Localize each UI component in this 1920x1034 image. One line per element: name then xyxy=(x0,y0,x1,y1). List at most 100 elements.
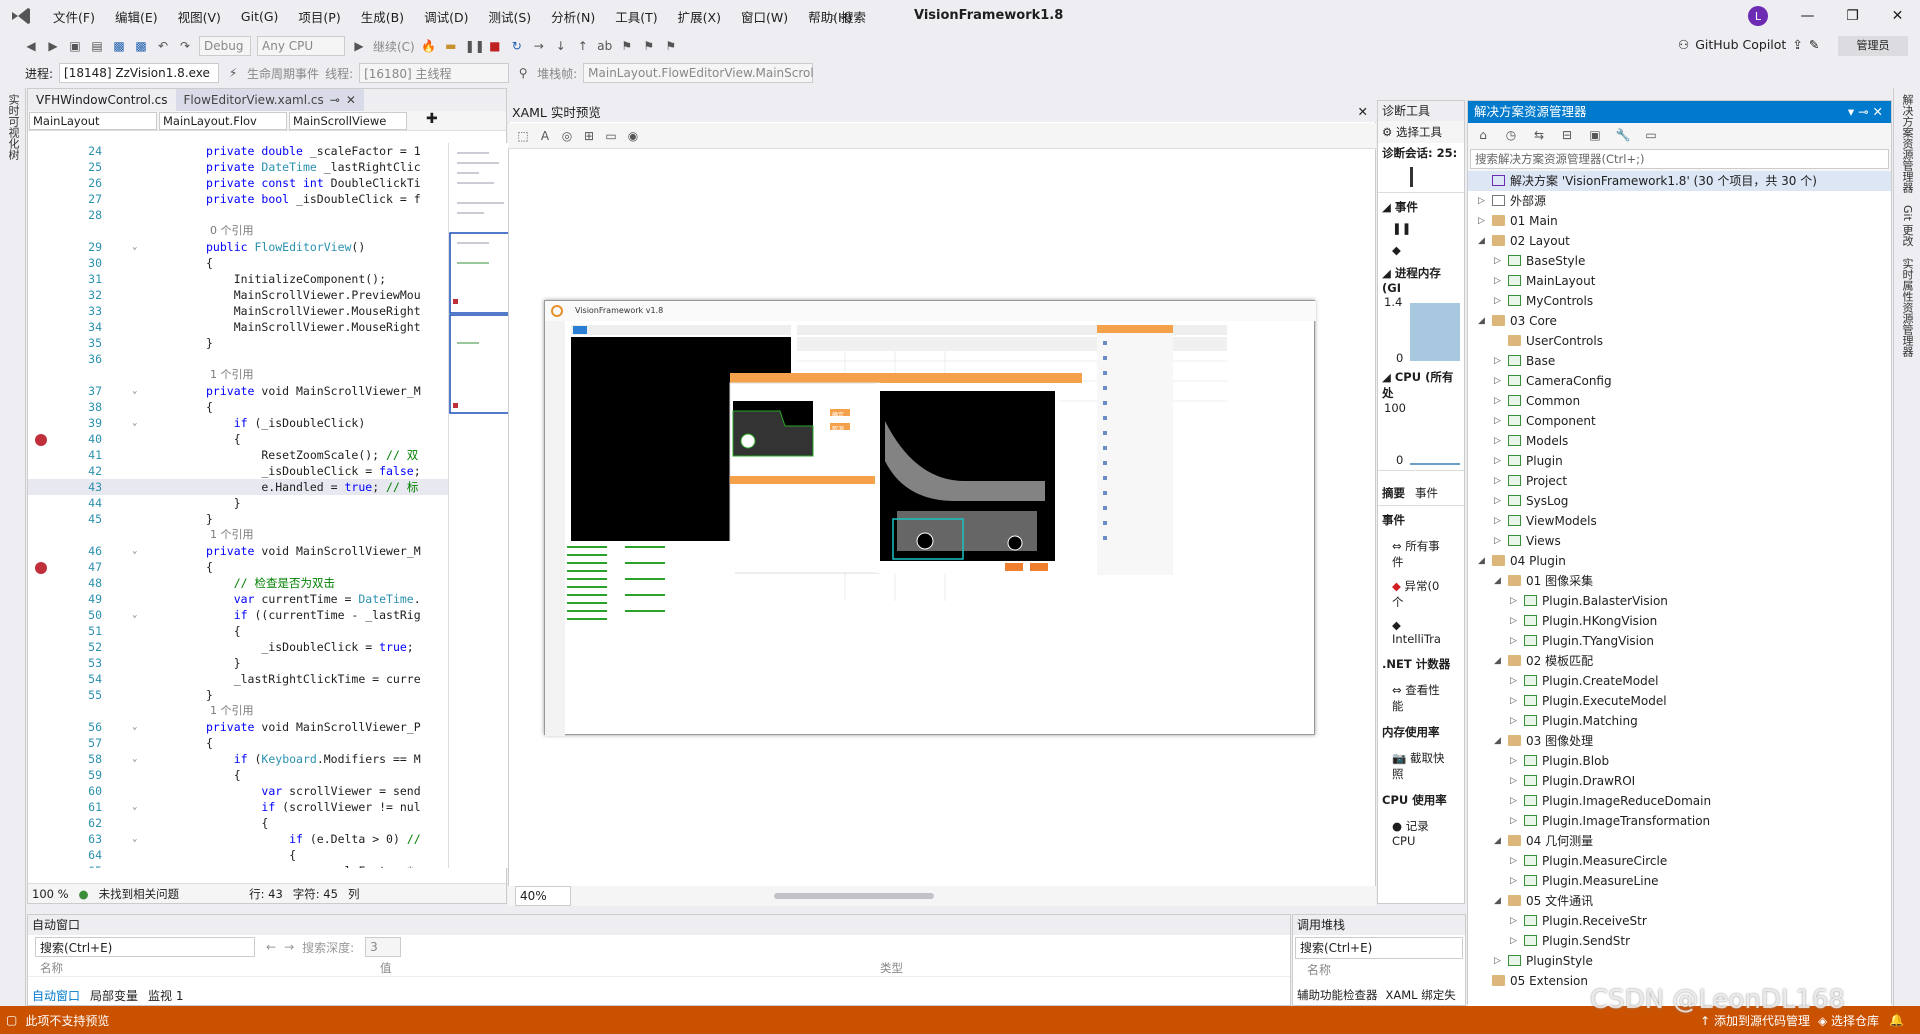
tab-watch[interactable]: 监视 1 xyxy=(148,987,183,1004)
code-line[interactable]: 35} xyxy=(28,335,448,351)
code-line[interactable]: 1 个引用 xyxy=(28,367,448,383)
select-tools-button[interactable]: ⚙ 选择工具 xyxy=(1378,121,1464,143)
live-visual-tree-tab[interactable]: 实时可视化树 xyxy=(0,88,26,166)
expand-arrow-icon[interactable]: ▷ xyxy=(1510,851,1517,871)
tree-item[interactable]: ▷ Plugin.ReceiveStr xyxy=(1468,911,1891,931)
lifecycle-icon[interactable]: ⚡ xyxy=(225,65,241,81)
code-line[interactable]: ⌄ 61 if (scrollViewer != nul xyxy=(28,799,448,815)
expand-arrow-icon[interactable]: ▷ xyxy=(1494,411,1501,431)
breakpoint-icon[interactable] xyxy=(35,562,47,574)
fold-icon[interactable]: ⌄ xyxy=(132,607,137,623)
autos-search-input[interactable]: 搜索(Ctrl+E) xyxy=(35,937,255,957)
redo-icon[interactable]: ↷ xyxy=(177,38,193,54)
menu-item[interactable]: 工具(T) xyxy=(605,7,667,26)
expand-arrow-icon[interactable]: ▷ xyxy=(1494,511,1501,531)
expand-arrow-icon[interactable]: ▷ xyxy=(1510,791,1517,811)
tab-accessibility[interactable]: 辅助功能检查器 xyxy=(1297,987,1378,1003)
all-events-link[interactable]: ⇔ 所有事件 xyxy=(1378,534,1464,574)
code-line[interactable]: 36 xyxy=(28,351,448,367)
tree-item[interactable]: ▷ Plugin.SendStr xyxy=(1468,931,1891,951)
code-line[interactable]: ⌄ 37 private void MainScrollViewer_M xyxy=(28,383,448,399)
history-icon[interactable]: ◷ xyxy=(1503,127,1519,143)
search-box[interactable]: ⌕ 搜索 xyxy=(830,7,866,26)
expand-arrow-icon[interactable]: ◢ xyxy=(1494,731,1501,751)
code-line[interactable]: 28 xyxy=(28,207,448,223)
menu-item[interactable]: 窗口(W) xyxy=(731,7,798,26)
code-line[interactable]: ⌄ 46 private void MainScrollViewer_M xyxy=(28,543,448,559)
tree-item[interactable]: ▷ MyControls xyxy=(1468,291,1891,311)
code-line[interactable]: 42 _isDoubleClick = false; xyxy=(28,463,448,479)
code-line[interactable]: 26 private const int DoubleClickTi xyxy=(28,175,448,191)
git-changes-tab[interactable]: Git 更改 xyxy=(1894,199,1920,252)
tree-item[interactable]: ◢ 04 几何测量 xyxy=(1468,831,1891,851)
tree-item[interactable]: ▷ Component xyxy=(1468,411,1891,431)
view-perf-link[interactable]: ⇔ 查看性能 xyxy=(1378,678,1464,718)
code-line[interactable]: 24 private double _scaleFactor = 1 xyxy=(28,143,448,159)
code-line[interactable]: 60 var scrollViewer = send xyxy=(28,783,448,799)
tab-vfhwindowcontrol[interactable]: VFHWindowControl.cs xyxy=(28,89,176,111)
fold-icon[interactable]: ⌄ xyxy=(132,751,137,767)
code-line[interactable]: 54 _lastRightClickTime = curre xyxy=(28,671,448,687)
tab-xaml-binding[interactable]: XAML 绑定失 xyxy=(1386,987,1456,1003)
code-line[interactable]: 64 { xyxy=(28,847,448,863)
tree-item[interactable]: ▷ 外部源 xyxy=(1468,191,1891,211)
live-properties-tab[interactable]: 实时属性资源管理器 xyxy=(1894,252,1920,363)
timeline-ruler[interactable] xyxy=(1378,163,1464,193)
tree-item[interactable]: ▷ Project xyxy=(1468,471,1891,491)
intellitrace-link[interactable]: ◆ IntelliTra xyxy=(1378,614,1464,650)
expand-arrow-icon[interactable]: ▷ xyxy=(1510,911,1517,931)
expand-arrow-icon[interactable]: ▷ xyxy=(1494,491,1501,511)
expand-arrow-icon[interactable]: ▷ xyxy=(1510,751,1517,771)
step-out-icon[interactable]: ↑ xyxy=(575,38,591,54)
preview-icon[interactable]: ◉ xyxy=(625,128,641,144)
step-over-icon[interactable]: → xyxy=(531,38,547,54)
expand-arrow-icon[interactable]: ▷ xyxy=(1510,931,1517,951)
tab-autos[interactable]: 自动窗口 xyxy=(32,987,80,1004)
fold-icon[interactable]: ⌄ xyxy=(132,799,137,815)
code-line[interactable]: 31 InitializeComponent(); xyxy=(28,271,448,287)
menu-item[interactable]: 视图(V) xyxy=(168,7,231,26)
xaml-zoom-select[interactable]: 40% xyxy=(515,886,571,906)
save-icon[interactable]: ▩ xyxy=(111,38,127,54)
notifications-icon[interactable]: 🔔 xyxy=(1889,1013,1904,1027)
tree-item[interactable]: ◢ 01 图像采集 xyxy=(1468,571,1891,591)
expand-arrow-icon[interactable]: ▷ xyxy=(1494,471,1501,491)
share-icon[interactable]: ⇪ xyxy=(1792,37,1802,52)
code-line[interactable]: 47 { xyxy=(28,559,448,575)
code-line[interactable]: ⌄ 63 if (e.Delta > 0) // xyxy=(28,831,448,847)
expand-arrow-icon[interactable]: ▷ xyxy=(1510,771,1517,791)
tree-item[interactable]: ▷ 01 Main xyxy=(1468,211,1891,231)
zoom-level[interactable]: 100 % xyxy=(32,887,69,901)
cpu-chart[interactable]: 100 0 xyxy=(1378,401,1464,471)
ruler-icon[interactable]: ▭ xyxy=(603,128,619,144)
expand-arrow-icon[interactable]: ◢ xyxy=(1494,831,1501,851)
tree-item[interactable]: ◢ 02 模板匹配 xyxy=(1468,651,1891,671)
back-icon[interactable]: ◀ xyxy=(23,38,39,54)
collapse-icon[interactable]: ⊟ xyxy=(1559,127,1575,143)
lifecycle-events[interactable]: 生命周期事件 xyxy=(247,65,319,82)
code-line[interactable]: 45} xyxy=(28,511,448,527)
preview-selected-icon[interactable]: ▭ xyxy=(1643,127,1659,143)
tree-item[interactable]: ▷ BaseStyle xyxy=(1468,251,1891,271)
tree-item[interactable]: ◢ 03 Core xyxy=(1468,311,1891,331)
bookmark-icon[interactable]: ⚑ xyxy=(619,38,635,54)
solution-explorer-tab[interactable]: 解决方案资源管理器 xyxy=(1894,88,1920,199)
code-line[interactable]: 25 private DateTime _lastRightClic xyxy=(28,159,448,175)
close-icon[interactable]: ✕ xyxy=(346,89,356,111)
forward-icon[interactable]: → xyxy=(284,940,294,954)
tab-summary[interactable]: 摘要 xyxy=(1382,485,1405,501)
menu-item[interactable]: 调试(D) xyxy=(414,7,478,26)
fold-icon[interactable]: ⌄ xyxy=(132,415,137,431)
close-button[interactable]: ✕ xyxy=(1875,0,1920,32)
expand-arrow-icon[interactable]: ▷ xyxy=(1510,611,1517,631)
code-line[interactable]: ⌄ 58 if (Keyboard.Modifiers == M xyxy=(28,751,448,767)
expand-arrow-icon[interactable]: ◢ xyxy=(1494,651,1501,671)
preview-ok-button[interactable]: 确定 xyxy=(832,410,844,419)
menu-item[interactable]: 文件(F) xyxy=(43,7,105,26)
issues-status[interactable]: 未找到相关问题 xyxy=(99,886,180,902)
expand-arrow-icon[interactable]: ▷ xyxy=(1494,371,1501,391)
code-line[interactable]: 34 MainScrollViewer.MouseRight xyxy=(28,319,448,335)
minimize-button[interactable]: — xyxy=(1785,0,1830,32)
forward-icon[interactable]: ▶ xyxy=(45,38,61,54)
code-line[interactable]: 38 { xyxy=(28,399,448,415)
